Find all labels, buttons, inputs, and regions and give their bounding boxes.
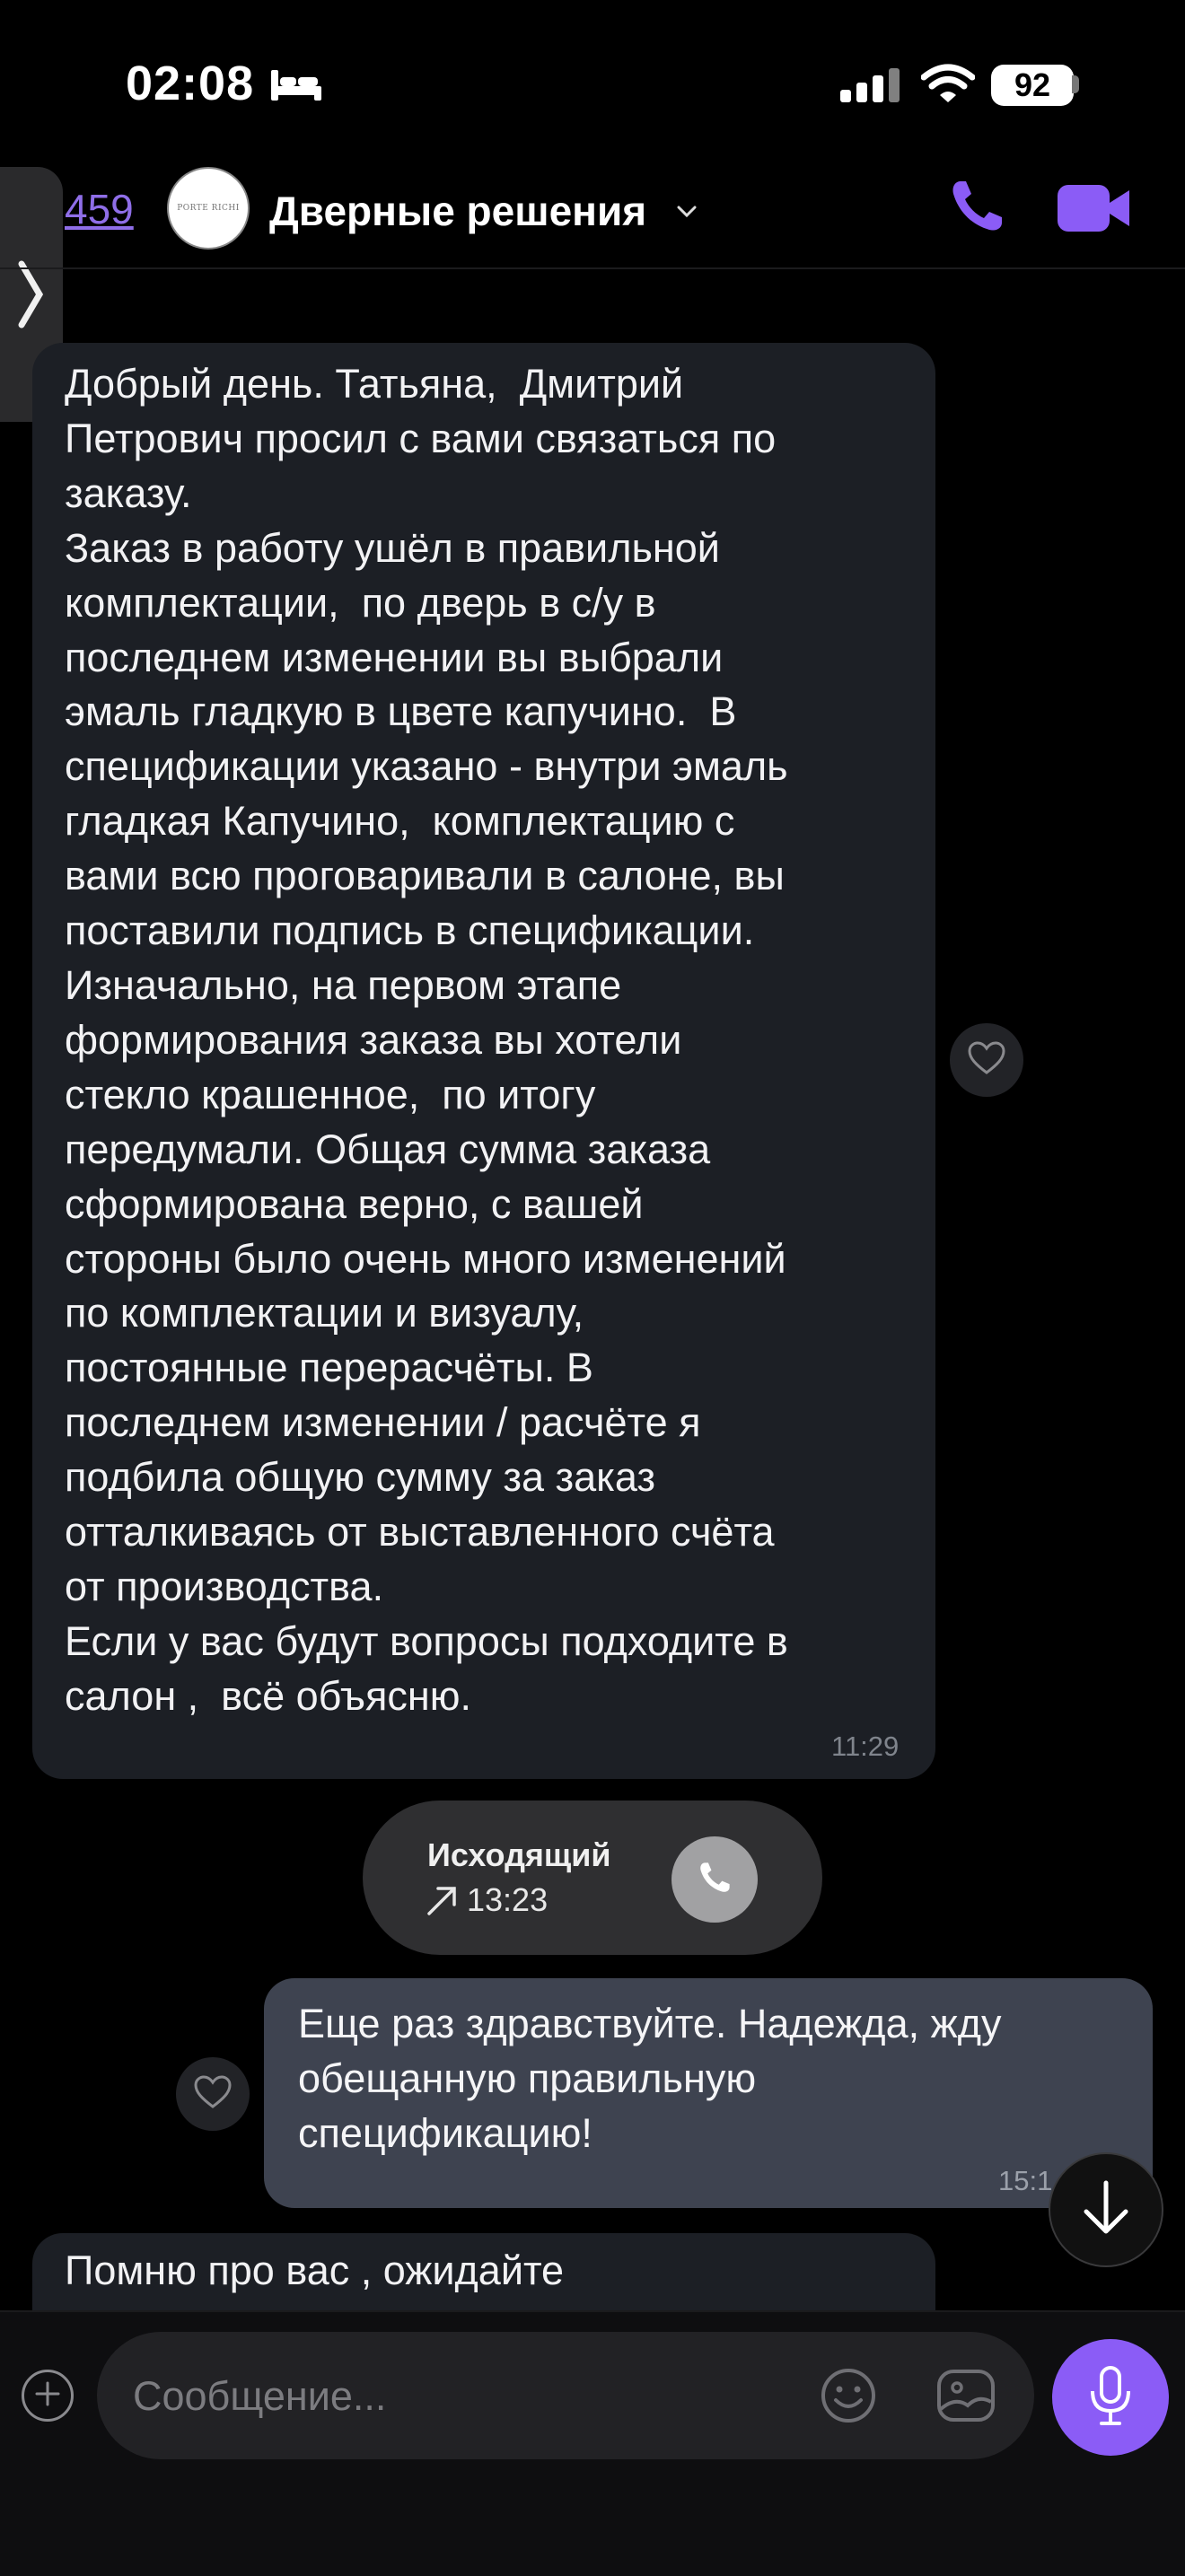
battery-tip bbox=[1072, 75, 1079, 93]
like-heart-button[interactable] bbox=[950, 1023, 1023, 1097]
arrow-down-icon bbox=[1081, 2179, 1131, 2241]
microphone-icon bbox=[1088, 2364, 1133, 2431]
header-divider bbox=[0, 267, 1185, 269]
message-time: 11:29 bbox=[831, 1730, 900, 1762]
sleep-bed-icon bbox=[269, 66, 323, 107]
battery-indicator: 92 bbox=[991, 65, 1074, 106]
video-call-icon[interactable] bbox=[1058, 183, 1131, 238]
scroll-to-bottom-button[interactable] bbox=[1049, 2152, 1163, 2267]
voice-record-button[interactable] bbox=[1052, 2339, 1169, 2456]
phone-icon bbox=[698, 1861, 732, 1899]
chat-avatar[interactable]: PORTE RICHI bbox=[167, 167, 250, 250]
call-type-label: Исходящий bbox=[427, 1836, 611, 1873]
like-heart-button[interactable] bbox=[176, 2057, 250, 2131]
emoji-icon[interactable] bbox=[819, 2366, 878, 2430]
chevron-right-icon bbox=[14, 258, 45, 335]
heart-icon bbox=[193, 2074, 233, 2115]
cellular-signal-icon bbox=[840, 66, 901, 109]
message-text: Еще раз здравствуйте. Надежда, жду обеща… bbox=[298, 2001, 1002, 2156]
chat-title[interactable]: Дверные решения bbox=[269, 187, 646, 235]
status-time: 02:08 bbox=[126, 57, 255, 110]
outgoing-arrow-icon bbox=[426, 1883, 460, 1922]
chevron-down-icon[interactable] bbox=[677, 205, 697, 223]
phone-call-icon[interactable] bbox=[948, 178, 1005, 240]
avatar-logo-text: PORTE RICHI bbox=[177, 204, 240, 213]
message-input[interactable] bbox=[133, 2370, 797, 2423]
call-back-button[interactable] bbox=[672, 1836, 758, 1923]
back-unread-count[interactable]: 459 bbox=[65, 185, 134, 233]
message-text: Добрый день. Татьяна, Дмитрий Петрович п… bbox=[65, 361, 788, 1719]
plus-icon bbox=[34, 2380, 61, 2412]
message-text: Помню про вас , ожидайте bbox=[65, 2247, 565, 2293]
wifi-icon bbox=[920, 63, 976, 109]
heart-icon bbox=[967, 1040, 1006, 1081]
call-time: 13:23 bbox=[467, 1881, 549, 1918]
sticker-gallery-icon[interactable] bbox=[935, 2366, 996, 2430]
attach-plus-button[interactable] bbox=[22, 2370, 74, 2422]
message-time: 15:1 bbox=[998, 2165, 1053, 2196]
